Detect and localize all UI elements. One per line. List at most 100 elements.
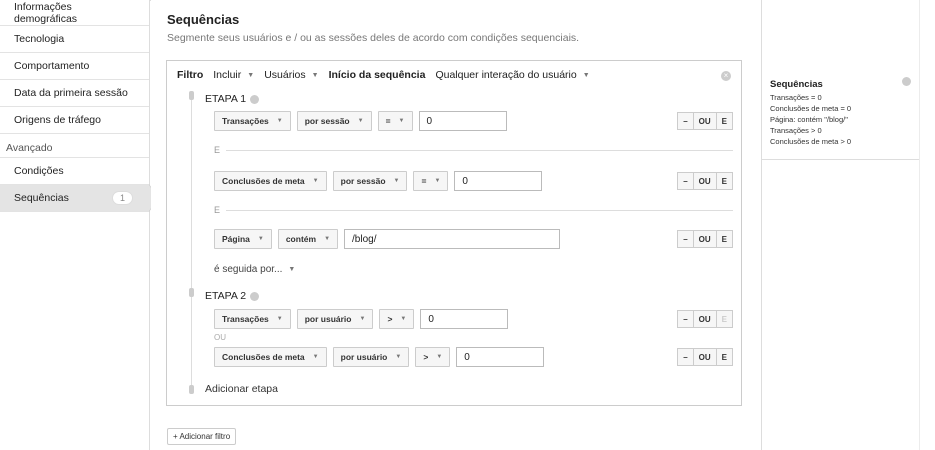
- value-input[interactable]: 0: [420, 309, 509, 329]
- include-value: Incluir: [213, 69, 242, 81]
- dimension-value: Conclusões de meta: [222, 176, 305, 186]
- sidebar-item-label: Sequências: [14, 192, 69, 204]
- close-icon[interactable]: [902, 77, 911, 86]
- add-step-button[interactable]: Adicionar etapa: [205, 383, 278, 395]
- value-input[interactable]: 0: [418, 111, 507, 131]
- summary-line: Transações = 0: [770, 93, 822, 102]
- value-input[interactable]: 0: [456, 347, 545, 367]
- remove-condition-button[interactable]: –: [677, 230, 694, 248]
- or-button[interactable]: OU: [692, 310, 717, 328]
- sidebar-item-label: Condições: [14, 165, 64, 177]
- scope-select[interactable]: por usuário ▼: [296, 309, 374, 329]
- operator-select[interactable]: > ▼: [379, 309, 415, 329]
- operator-select[interactable]: contém ▼: [277, 229, 339, 249]
- users-dropdown[interactable]: Usuários ▼: [264, 69, 318, 81]
- remove-condition-button[interactable]: –: [677, 348, 694, 366]
- summary-line: Conclusões de meta = 0: [770, 104, 852, 113]
- dimension-select[interactable]: Transações ▼: [214, 111, 291, 131]
- condition-actions: – OU E: [677, 348, 733, 366]
- sidebar-item-traffic-sources[interactable]: Origens de tráfego: [0, 107, 149, 134]
- and-button[interactable]: E: [715, 112, 733, 130]
- or-label: OU: [214, 333, 226, 342]
- scope-select[interactable]: por sessão ▼: [332, 171, 408, 191]
- filter-label: Filtro: [177, 69, 204, 81]
- sidebar-item-technology[interactable]: Tecnologia: [0, 26, 149, 53]
- scope-value: por sessão: [340, 176, 386, 186]
- remove-step-icon[interactable]: [250, 291, 260, 301]
- summary-panel: Sequências Transações = 0 Conclusões de …: [761, 0, 919, 450]
- or-button[interactable]: OU: [692, 348, 717, 366]
- remove-filter-icon[interactable]: ×: [721, 71, 731, 81]
- scope-select[interactable]: por sessão ▼: [296, 111, 372, 131]
- remove-condition-button[interactable]: –: [677, 310, 694, 328]
- sidebar-item-behavior[interactable]: Comportamento: [0, 53, 149, 80]
- sequence-start-label: Início da sequência: [328, 69, 426, 81]
- operator-value: =: [421, 176, 427, 186]
- and-button[interactable]: E: [715, 348, 733, 366]
- and-separator: E: [214, 205, 733, 215]
- summary-lines: Transações = 0 Conclusões de meta = 0 Pá…: [770, 92, 851, 147]
- and-label: E: [214, 145, 221, 155]
- step-marker-icon: [189, 91, 194, 100]
- operator-value: >: [387, 314, 393, 324]
- include-dropdown[interactable]: Incluir ▼: [213, 69, 254, 81]
- and-separator: E: [214, 145, 733, 155]
- sequence-start-dropdown[interactable]: Qualquer interação do usuário ▼: [435, 69, 589, 81]
- value-input[interactable]: 0: [454, 171, 543, 191]
- operator-value: contém: [285, 234, 317, 244]
- step1-label: ETAPA 1: [205, 93, 247, 105]
- dimension-select[interactable]: Conclusões de meta ▼: [214, 347, 327, 367]
- and-button[interactable]: E: [715, 230, 733, 248]
- sequence-start-value: Qualquer interação do usuário: [435, 69, 577, 81]
- or-button[interactable]: OU: [692, 172, 717, 190]
- summary-line: Transações > 0: [770, 126, 822, 135]
- or-button[interactable]: OU: [692, 230, 717, 248]
- step2-label: ETAPA 2: [205, 290, 247, 302]
- chevron-down-icon: ▼: [276, 316, 283, 322]
- remove-condition-button[interactable]: –: [677, 112, 694, 130]
- page-title: Sequências: [167, 12, 240, 27]
- followed-by-dropdown[interactable]: é seguida por... ▼: [214, 264, 295, 275]
- operator-select[interactable]: = ▼: [377, 111, 413, 131]
- step1-condition-3: Página ▼ contém ▼ /blog/: [214, 229, 561, 249]
- chevron-down-icon: ▼: [395, 354, 402, 360]
- and-button[interactable]: E: [715, 172, 733, 190]
- step2-header: ETAPA 2: [205, 290, 260, 302]
- sidebar-item-sequences[interactable]: Sequências 1: [0, 184, 159, 212]
- chevron-down-icon: ▼: [247, 71, 255, 79]
- chevron-down-icon: ▼: [311, 71, 319, 79]
- operator-select[interactable]: > ▼: [415, 347, 451, 367]
- sidebar-item-label: Tecnologia: [14, 33, 65, 45]
- dimension-value: Página: [222, 234, 250, 244]
- chevron-down-icon: ▼: [436, 354, 443, 360]
- and-button[interactable]: E: [715, 310, 733, 328]
- step-marker-icon: [189, 288, 194, 297]
- chevron-down-icon: ▼: [400, 316, 407, 322]
- add-filter-button[interactable]: + Adicionar filtro: [167, 428, 237, 445]
- summary-line: Conclusões de meta > 0: [770, 137, 852, 146]
- chevron-down-icon: ▼: [288, 266, 296, 273]
- chevron-down-icon: ▼: [393, 178, 400, 184]
- step1-header: ETAPA 1: [205, 93, 260, 105]
- scope-value: por sessão: [304, 116, 350, 126]
- step2-rail: [191, 297, 192, 387]
- remove-condition-button[interactable]: –: [677, 172, 694, 190]
- operator-value: >: [423, 352, 429, 362]
- dimension-select[interactable]: Transações ▼: [214, 309, 291, 329]
- sidebar-item-conditions[interactable]: Condições: [0, 158, 149, 185]
- sidebar: Informações demográficas Tecnologia Comp…: [0, 0, 159, 450]
- sidebar-item-first-session-date[interactable]: Data da primeira sessão: [0, 80, 149, 107]
- remove-step-icon[interactable]: [250, 94, 260, 104]
- operator-select[interactable]: = ▼: [413, 171, 449, 191]
- dimension-select[interactable]: Página ▼: [214, 229, 272, 249]
- sidebar-item-demographics[interactable]: Informações demográficas: [0, 0, 149, 26]
- summary-line: Página: contém "/blog/": [770, 115, 848, 124]
- condition-actions: – OU E: [677, 112, 733, 130]
- users-value: Usuários: [264, 69, 306, 81]
- scope-select[interactable]: por usuário ▼: [332, 347, 410, 367]
- chevron-down-icon: ▼: [324, 236, 331, 242]
- condition-actions: – OU E: [677, 172, 733, 190]
- value-input[interactable]: /blog/: [344, 229, 561, 249]
- or-button[interactable]: OU: [692, 112, 717, 130]
- dimension-select[interactable]: Conclusões de meta ▼: [214, 171, 327, 191]
